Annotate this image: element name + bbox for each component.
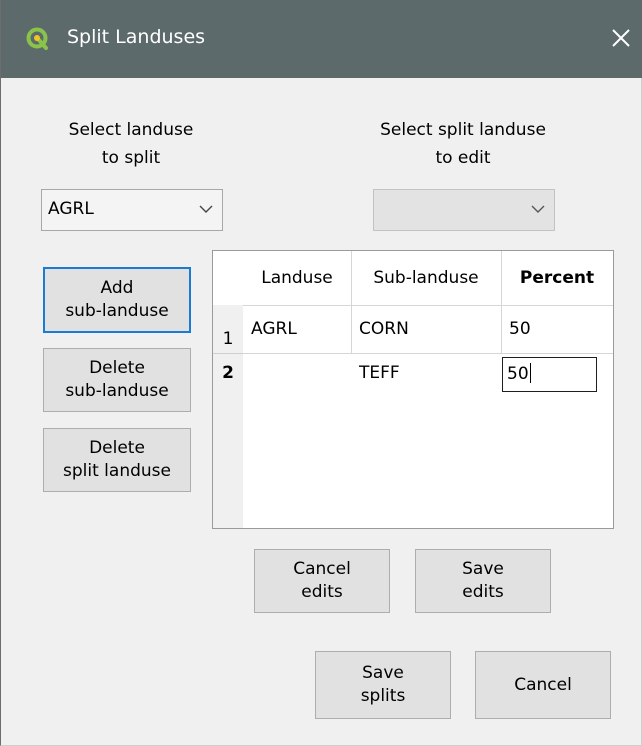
cancel-edits-button[interactable]: Cancel edits [254, 549, 390, 613]
delete-split-landuse-button[interactable]: Delete split landuse [43, 428, 191, 492]
table-cell-percent[interactable]: 50 [501, 305, 613, 353]
table-cell-sub-landuse[interactable]: TEFF [351, 353, 501, 393]
chevron-down-icon [199, 205, 213, 213]
landuse-select[interactable]: AGRL [41, 189, 223, 231]
sub-landuse-table[interactable]: Landuse Sub-landuse Percent 1 AGRL CORN … [212, 250, 614, 529]
window-title: Split Landuses [67, 26, 206, 48]
column-header-percent[interactable]: Percent [501, 251, 613, 305]
row-header[interactable]: 2 [213, 353, 243, 393]
add-sub-landuse-button[interactable]: Add sub-landuse [43, 267, 191, 333]
column-header-landuse[interactable]: Landuse [243, 251, 351, 305]
select-landuse-label: Select landuse to split [68, 120, 194, 168]
percent-cell-editor[interactable]: 50 [502, 357, 597, 392]
select-split-landuse-label: Select split landuse to edit [380, 120, 546, 168]
title-bar[interactable]: Split Landuses [1, 0, 642, 78]
column-header-sub-landuse[interactable]: Sub-landuse [351, 251, 501, 305]
save-edits-button[interactable]: Save edits [415, 549, 551, 613]
close-icon[interactable] [605, 22, 637, 54]
landuse-select-value: AGRL [48, 199, 94, 219]
table-cell-landuse[interactable] [243, 353, 351, 393]
row-header[interactable]: 1 [213, 305, 243, 353]
cancel-button[interactable]: Cancel [475, 651, 611, 719]
split-landuses-dialog: Split Landuses Select landuse to split A… [0, 0, 642, 746]
table-cell-landuse[interactable]: AGRL [243, 305, 351, 353]
split-landuse-select[interactable] [373, 189, 555, 231]
delete-sub-landuse-button[interactable]: Delete sub-landuse [43, 348, 191, 412]
save-splits-button[interactable]: Save splits [315, 651, 451, 719]
chevron-down-icon [531, 205, 545, 213]
table-cell-sub-landuse[interactable]: CORN [351, 305, 501, 353]
qgis-logo-icon [26, 27, 48, 50]
